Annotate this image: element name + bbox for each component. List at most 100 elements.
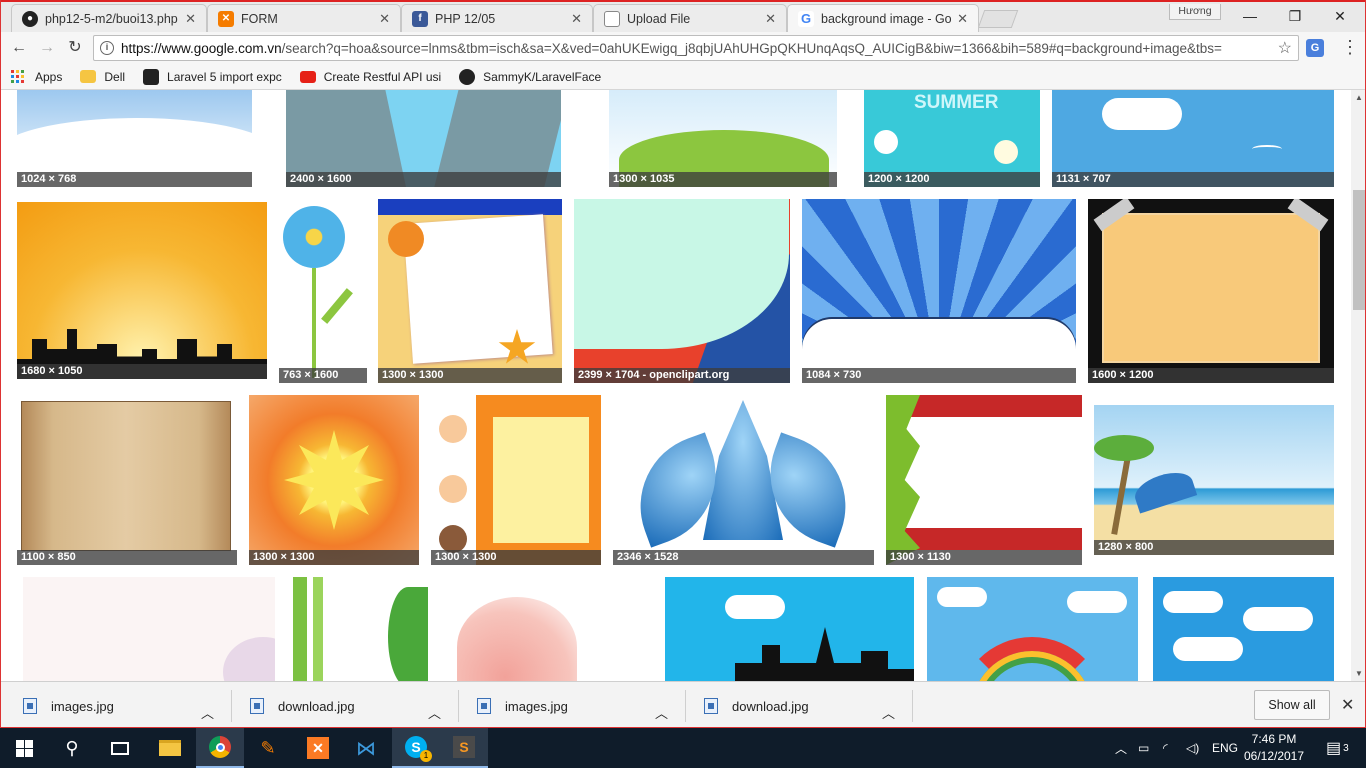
image-result[interactable]: 1024 × 768 [17, 90, 252, 187]
summer-text: SUMMER [914, 92, 999, 113]
close-icon[interactable]: ✕ [185, 11, 196, 27]
download-filename: images.jpg [505, 698, 568, 714]
close-icon[interactable]: ✕ [571, 11, 582, 27]
image-dimensions: 1300 × 1300 [249, 550, 419, 565]
download-filename: download.jpg [278, 698, 355, 714]
download-item[interactable]: images.jpg [23, 690, 114, 722]
action-center-icon[interactable]: ▤ 3 [1326, 728, 1349, 768]
chevron-up-icon[interactable]: ︿ [428, 696, 441, 727]
image-result[interactable]: 1300 × 1300 [378, 199, 562, 383]
bookmark-apps[interactable]: Apps [11, 70, 62, 84]
profile-button[interactable]: Hương [1169, 4, 1221, 20]
image-result[interactable]: 1680 × 1050 [17, 202, 267, 379]
image-result[interactable] [23, 577, 275, 681]
bookmark-star-icon[interactable]: ☆ [1278, 38, 1292, 58]
image-result[interactable] [457, 577, 650, 681]
language-indicator[interactable]: ENG [1212, 728, 1238, 768]
image-result[interactable]: 1100 × 850 [17, 395, 237, 565]
chevron-up-icon[interactable]: ︿ [882, 696, 895, 727]
tab-php[interactable]: f PHP 12/05 ✕ [401, 4, 593, 32]
scroll-up-icon[interactable]: ▲ [1355, 93, 1363, 102]
tab-github[interactable]: ● php12-5-m2/buoi13.php ✕ [11, 4, 207, 32]
bookmark-sammyk[interactable]: SammyK/LaravelFace [459, 68, 601, 85]
image-result[interactable]: 763 × 1600 [279, 202, 367, 383]
reload-icon[interactable]: ↻ [65, 38, 85, 58]
visual-studio-icon[interactable]: ⋈ [342, 728, 390, 768]
browser-window: ● php12-5-m2/buoi13.php ✕ ✕ FORM ✕ f PHP… [0, 0, 1366, 728]
bookmark-label: Laravel 5 import expc [167, 69, 282, 84]
tab-label: background image - Goo [821, 11, 952, 26]
xampp-icon[interactable]: ✕ [294, 728, 342, 768]
image-result[interactable]: 1300 × 1130 [886, 395, 1082, 565]
show-all-button[interactable]: Show all [1254, 690, 1330, 720]
back-icon[interactable]: ← [9, 38, 29, 58]
bookmark-laravel[interactable]: Laravel 5 import expc [143, 68, 282, 85]
restore-icon[interactable]: ❐ [1274, 6, 1316, 28]
sublime-text-icon[interactable]: S [440, 728, 488, 768]
image-dimensions: 2400 × 1600 [286, 172, 561, 187]
image-result[interactable] [665, 577, 914, 681]
chrome-icon[interactable] [196, 728, 244, 768]
image-result[interactable]: 1300 × 1035 [609, 90, 837, 187]
download-item[interactable]: download.jpg [704, 690, 809, 722]
search-icon[interactable]: ⚲ [48, 728, 96, 768]
bookmark-restful-api[interactable]: Create Restful API usi [299, 70, 441, 84]
scrollbar-thumb[interactable] [1353, 190, 1365, 310]
battery-icon[interactable]: ▭ [1138, 728, 1149, 768]
image-result[interactable]: 1280 × 800 [1094, 405, 1334, 555]
wifi-icon[interactable]: ◜ [1163, 728, 1168, 768]
download-item[interactable]: download.jpg [250, 690, 355, 722]
download-filename: images.jpg [51, 698, 114, 714]
url-text[interactable]: https://www.google.com.vn/search?q=hoa&s… [121, 41, 1272, 56]
tab-form[interactable]: ✕ FORM ✕ [207, 4, 401, 32]
facebook-icon: f [412, 10, 428, 27]
image-dimensions: 2346 × 1528 [613, 550, 874, 565]
image-result[interactable]: 1600 × 1200 [1088, 199, 1334, 383]
forward-icon[interactable]: → [37, 38, 57, 58]
download-item[interactable]: images.jpg [477, 690, 568, 722]
close-icon[interactable]: ✕ [765, 11, 776, 27]
new-tab-button[interactable] [977, 10, 1019, 28]
image-result[interactable]: 1131 × 707 [1052, 90, 1334, 187]
task-view-icon[interactable] [96, 728, 144, 768]
image-result[interactable]: 1300 × 1300 [431, 395, 601, 565]
image-dimensions: 1024 × 768 [17, 172, 252, 187]
system-clock[interactable]: 7:46 PM 06/12/2017 [1238, 731, 1310, 765]
image-result[interactable] [1153, 577, 1334, 681]
tab-label: Upload File [627, 11, 691, 26]
bookmark-dell[interactable]: Dell [80, 70, 125, 84]
image-result[interactable]: 1300 × 1300 [249, 395, 419, 565]
image-dimensions: 1084 × 730 [802, 368, 1076, 383]
tab-upload-file[interactable]: Upload File ✕ [593, 4, 787, 32]
scrollbar[interactable]: ▲ ▼ [1351, 90, 1365, 681]
close-icon[interactable]: ✕ [379, 11, 390, 27]
show-hidden-icons[interactable]: ︿ [1115, 728, 1127, 768]
translate-icon[interactable]: G [1306, 39, 1324, 57]
close-icon[interactable]: ✕ [957, 11, 968, 27]
image-result[interactable]: 2346 × 1528 [613, 395, 874, 565]
divider [231, 690, 232, 722]
file-explorer-icon[interactable] [146, 728, 194, 768]
image-result[interactable]: 1084 × 730 [802, 199, 1076, 383]
start-button[interactable] [0, 728, 48, 768]
image-result[interactable] [927, 577, 1138, 681]
scroll-down-icon[interactable]: ▼ [1355, 669, 1363, 678]
filezilla-icon[interactable]: ✎ [244, 728, 292, 768]
address-bar[interactable]: i https://www.google.com.vn/search?q=hoa… [93, 35, 1299, 61]
image-result[interactable]: SUMMER 1200 × 1200 [864, 90, 1040, 187]
image-result[interactable]: 2399 × 1704 - openclipart.org [574, 199, 790, 383]
image-result[interactable] [293, 577, 430, 681]
chevron-up-icon[interactable]: ︿ [201, 696, 214, 727]
skype-icon[interactable]: S 1 [392, 728, 440, 768]
close-icon[interactable]: ✕ [1341, 695, 1354, 715]
minimize-icon[interactable]: — [1229, 6, 1271, 28]
info-icon[interactable]: i [100, 41, 114, 55]
divider [685, 690, 686, 722]
image-result[interactable]: 2400 × 1600 [286, 90, 561, 187]
close-window-icon[interactable]: ✕ [1319, 6, 1361, 28]
volume-icon[interactable]: ◁) [1186, 728, 1199, 768]
download-filename: download.jpg [732, 698, 809, 714]
menu-icon[interactable]: ⋮ [1341, 37, 1359, 59]
tab-background-image[interactable]: G background image - Goo ✕ [787, 4, 979, 32]
chevron-up-icon[interactable]: ︿ [655, 696, 668, 727]
